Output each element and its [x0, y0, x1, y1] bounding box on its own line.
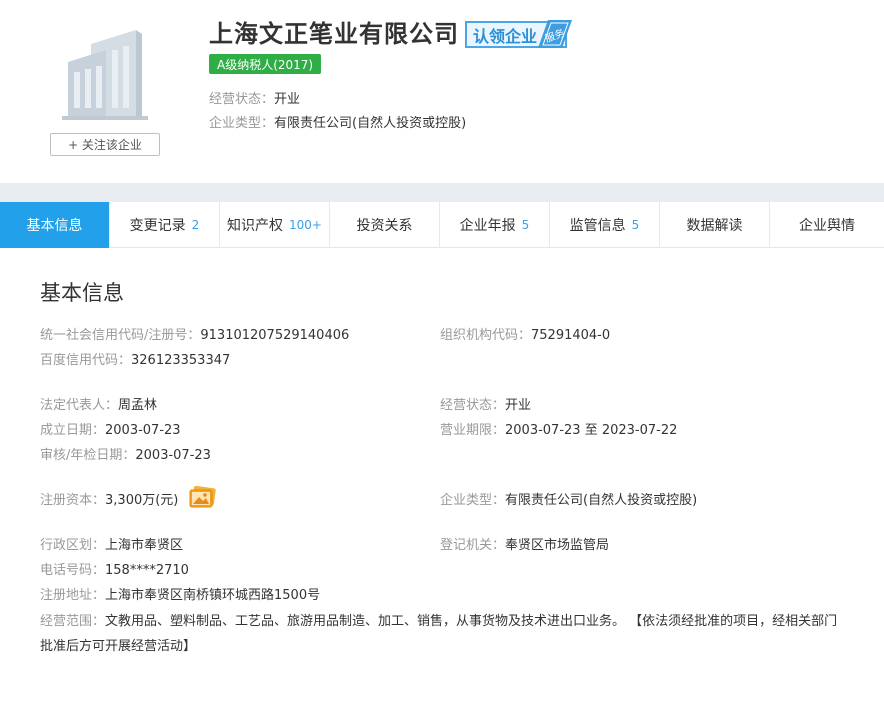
claim-badge-label: 认领企业: [473, 26, 538, 46]
field-review-date: 审核/年检日期：2003-07-23: [40, 444, 211, 463]
divider-band: [0, 183, 884, 202]
tab-label: 数据解读: [686, 218, 743, 234]
field-op-status: 经营状态：开业: [440, 394, 531, 413]
field-value: 75291404-0: [531, 328, 611, 343]
field-admin-region: 行政区划：上海市奉贤区: [40, 534, 183, 553]
field-value: 有限责任公司(自然人投资或控股): [505, 493, 698, 508]
field-registered-capital: 注册资本：3,300万(元): [40, 485, 217, 512]
field-label: 法定代表人：: [40, 398, 119, 413]
service-tag-icon: 服务: [536, 18, 574, 50]
tab-investment[interactable]: 投资关系: [330, 202, 440, 248]
company-header: + 关注该企业 上海文正笔业有限公司 认领企业 服务 A级纳税人(2017) 经…: [0, 0, 884, 183]
type-label: 企业类型：: [209, 116, 275, 131]
field-value: 2003-07-23: [135, 448, 211, 463]
type-value: 有限责任公司(自然人投资或控股): [274, 116, 467, 131]
field-value: 周孟林: [118, 398, 158, 413]
field-value: 2003-07-23 至 2023-07-22: [505, 423, 678, 438]
tab-regulatory-info[interactable]: 监管信息 5: [550, 202, 660, 248]
tab-change-records[interactable]: 变更记录 2: [110, 202, 220, 248]
field-label: 经营状态：: [440, 398, 506, 413]
field-value: 文教用品、塑料制品、工艺品、旅游用品制造、加工、销售，从事货物及技术进出口业务。…: [40, 614, 838, 654]
field-label: 经营范围：: [40, 614, 106, 629]
field-org-code: 组织机构代码：75291404-0: [440, 324, 610, 343]
company-name: 上海文正笔业有限公司: [209, 20, 459, 48]
header-type-row: 企业类型：有限责任公司(自然人投资或控股): [209, 112, 466, 131]
tab-label: 监管信息: [569, 218, 626, 234]
field-label: 登记机关：: [440, 538, 506, 553]
field-business-term: 营业期限：2003-07-23 至 2023-07-22: [440, 419, 677, 438]
tab-label: 企业舆情: [799, 218, 855, 234]
field-business-scope: 经营范围：文教用品、塑料制品、工艺品、旅游用品制造、加工、销售，从事货物及技术进…: [40, 609, 850, 659]
field-enterprise-type: 企业类型：有限责任公司(自然人投资或控股): [440, 489, 697, 508]
field-legal-rep: 法定代表人：周孟林: [40, 394, 157, 413]
tab-count: 5: [521, 218, 530, 232]
tab-label: 知识产权: [227, 218, 284, 234]
field-label: 注册地址：: [40, 588, 106, 603]
field-registration-authority: 登记机关：奉贤区市场监管局: [440, 534, 609, 553]
field-label: 成立日期：: [40, 423, 106, 438]
field-value: 158****2710: [105, 563, 189, 578]
tab-count: 100+: [289, 218, 322, 232]
tab-annual-reports[interactable]: 企业年报 5: [440, 202, 550, 248]
follow-company-button[interactable]: + 关注该企业: [50, 133, 160, 156]
field-value: 326123353347: [131, 353, 231, 368]
tab-label: 投资关系: [356, 218, 413, 234]
tab-public-opinion[interactable]: 企业舆情: [770, 202, 884, 248]
field-label: 行政区划：: [40, 538, 106, 553]
tax-rating-badge: A级纳税人(2017): [209, 54, 322, 74]
field-label: 组织机构代码：: [440, 328, 532, 343]
tab-basic-info[interactable]: 基本信息: [0, 202, 110, 248]
header-status-row: 经营状态：开业: [209, 88, 300, 107]
field-label: 营业期限：: [440, 423, 506, 438]
tab-data-analysis[interactable]: 数据解读: [660, 202, 770, 248]
tab-count: 5: [631, 218, 640, 232]
field-label: 百度信用代码：: [40, 353, 132, 368]
status-value: 开业: [274, 92, 301, 107]
tab-intellectual-property[interactable]: 知识产权 100+: [220, 202, 330, 248]
field-label: 审核/年检日期：: [40, 448, 136, 463]
field-credit-code: 统一社会信用代码/注册号：913101207529140406: [40, 324, 349, 343]
field-value: 上海市奉贤区南桥镇环城西路1500号: [105, 588, 321, 603]
field-label: 企业类型：: [440, 493, 506, 508]
field-label: 电话号码：: [40, 563, 106, 578]
company-logo-icon: [56, 22, 156, 122]
field-baidu-code: 百度信用代码：326123353347: [40, 349, 230, 368]
field-label: 统一社会信用代码/注册号：: [40, 328, 201, 343]
field-phone: 电话号码：158****2710: [40, 559, 189, 578]
tab-count: 2: [191, 218, 200, 232]
image-icon[interactable]: [189, 485, 217, 512]
section-title: 基本信息: [40, 281, 124, 305]
field-value: 3,300万(元): [105, 493, 179, 508]
status-label: 经营状态：: [209, 92, 275, 107]
field-value: 2003-07-23: [105, 423, 181, 438]
field-est-date: 成立日期：2003-07-23: [40, 419, 181, 438]
field-value: 奉贤区市场监管局: [505, 538, 610, 553]
tab-bar: 基本信息 变更记录 2 知识产权 100+ 投资关系 企业年报 5 监管信息 5 数据解…: [0, 202, 884, 248]
field-value: 开业: [505, 398, 532, 413]
field-address: 注册地址：上海市奉贤区南桥镇环城西路1500号: [40, 584, 320, 603]
tab-label: 变更记录: [129, 218, 186, 234]
field-label: 注册资本：: [40, 493, 106, 508]
tab-label: 企业年报: [459, 218, 516, 234]
field-value: 上海市奉贤区: [105, 538, 184, 553]
tab-label: 基本信息: [26, 218, 83, 234]
follow-button-label: + 关注该企业: [68, 138, 142, 152]
field-value: 913101207529140406: [200, 328, 350, 343]
